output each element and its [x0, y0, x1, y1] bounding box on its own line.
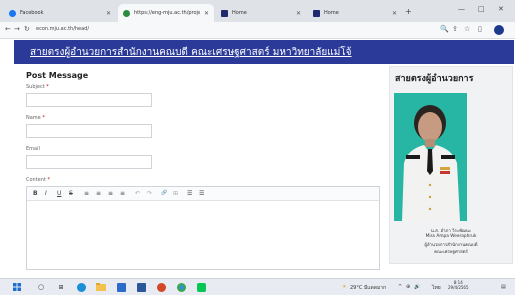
required-mark: *: [46, 84, 49, 90]
align-right-button[interactable]: ≡: [108, 190, 113, 197]
facebook-icon: [9, 9, 16, 17]
caption-name-thai: น.ส. อำภา วีระพัฒนะ: [430, 229, 472, 234]
caption-faculty: คณะเศรษฐศาสตร์: [434, 250, 468, 255]
taskbar-clock[interactable]: 8:14 29/4/2565: [448, 280, 469, 290]
tab-label: Home: [232, 10, 247, 16]
window-close-icon[interactable]: ✕: [498, 5, 504, 13]
caption-position: ผู้อำนวยการสำนักงานคณบดี: [424, 243, 478, 248]
tab-home-1[interactable]: Home ✕: [216, 4, 306, 22]
weather-icon[interactable]: ☀: [342, 284, 346, 290]
panel-title: สายตรงผู้อำนวยการ: [395, 74, 474, 84]
site-banner: สายตรงผู้อำนวยการสำนักงานคณบดี คณะเศรษฐศ…: [14, 40, 514, 64]
profile-avatar[interactable]: [494, 25, 504, 35]
close-icon[interactable]: ✕: [296, 10, 301, 17]
subject-label: Subject *: [26, 84, 49, 90]
name-label-text: Name: [26, 115, 41, 121]
url-input[interactable]: econ.mju.ac.th/head/: [36, 26, 89, 32]
edge-icon[interactable]: [76, 282, 86, 292]
chrome-icon[interactable]: [176, 282, 186, 292]
new-tab-icon[interactable]: +: [405, 7, 412, 16]
sidebar-icon[interactable]: ▯: [478, 25, 482, 33]
search-icon[interactable]: ○: [36, 282, 46, 292]
notification-icon[interactable]: ▤: [501, 284, 506, 290]
tab-label: Facebook: [20, 10, 44, 16]
powerpoint-icon[interactable]: [156, 282, 166, 292]
close-icon[interactable]: ✕: [204, 10, 209, 17]
tab-label: https://eng-mju.ac.th/projects/...: [134, 10, 200, 16]
underline-button[interactable]: U: [57, 190, 61, 197]
network-icon[interactable]: ⊕: [406, 284, 410, 290]
tab-eng-mju[interactable]: https://eng-mju.ac.th/projects/... ✕: [118, 4, 214, 22]
share-icon[interactable]: ⇪: [452, 25, 458, 33]
editor-toolbar: B I U S ≡ ≡ ≡ ≡ ↶ ↷ 🔗 ⊞ ☰ ☰: [27, 187, 379, 201]
justify-button[interactable]: ≡: [120, 190, 125, 197]
table-button[interactable]: ⊞: [173, 190, 178, 197]
address-bar: ← → ↻ econ.mju.ac.th/head/ 🔍 ⇪ ☆ ▯: [0, 22, 515, 39]
browser-tab-strip: Facebook ✕ https://eng-mju.ac.th/project…: [0, 0, 515, 22]
taskbar: ○ ⊞ ☀ 29°C มีแดดมาก ^ ⊕ 🔊 ไทย ▤: [0, 278, 515, 295]
bold-button[interactable]: B: [33, 190, 38, 197]
align-center-button[interactable]: ≡: [96, 190, 101, 197]
italic-button[interactable]: I: [45, 190, 47, 197]
back-icon[interactable]: ←: [5, 25, 11, 33]
bullet-list-button[interactable]: ☰: [187, 190, 192, 197]
name-label: Name *: [26, 115, 45, 121]
file-explorer-icon[interactable]: [96, 282, 106, 292]
form-title: Post Message: [26, 71, 89, 80]
content-editor: B I U S ≡ ≡ ≡ ≡ ↶ ↷ 🔗 ⊞ ☰ ☰: [26, 186, 380, 270]
close-icon[interactable]: ✕: [106, 10, 111, 17]
tab-home-2[interactable]: Home ✕: [308, 4, 402, 22]
banner-title[interactable]: สายตรงผู้อำนวยการสำนักงานคณบดี คณะเศรษฐศ…: [30, 45, 352, 60]
portrait-image: [394, 93, 467, 221]
required-mark: *: [42, 115, 45, 121]
undo-button[interactable]: ↶: [135, 190, 140, 197]
subject-field[interactable]: [26, 93, 152, 107]
speaker-icon[interactable]: 🔊: [414, 284, 420, 290]
link-button[interactable]: 🔗: [161, 190, 167, 196]
tab-facebook[interactable]: Facebook ✕: [4, 4, 116, 22]
email-label: Email: [26, 146, 40, 152]
redo-button[interactable]: ↷: [147, 190, 152, 197]
zoom-icon[interactable]: 🔍: [440, 25, 449, 33]
content-label-text: Content: [26, 177, 46, 183]
minimize-icon[interactable]: —: [458, 5, 465, 13]
reload-icon[interactable]: ↻: [24, 25, 30, 33]
tray-arrow-icon[interactable]: ^: [398, 284, 402, 290]
globe-icon: [123, 9, 130, 17]
app-icon: [221, 9, 228, 17]
email-field[interactable]: [26, 155, 152, 169]
forward-icon[interactable]: →: [14, 25, 20, 33]
numbered-list-button[interactable]: ☰: [199, 190, 204, 197]
weather-text[interactable]: 29°C มีแดดมาก: [350, 284, 386, 292]
task-view-icon[interactable]: ⊞: [56, 282, 66, 292]
word-icon[interactable]: [136, 282, 146, 292]
strike-button[interactable]: S: [69, 190, 73, 197]
director-photo: [394, 93, 467, 221]
required-mark: *: [47, 177, 50, 183]
keyboard-language[interactable]: ไทย: [432, 284, 441, 292]
store-icon[interactable]: [116, 282, 126, 292]
align-left-button[interactable]: ≡: [84, 190, 89, 197]
windows-start-icon[interactable]: [12, 282, 22, 292]
email-label-text: Email: [26, 146, 40, 152]
app-icon: [313, 9, 320, 17]
line-app-icon[interactable]: [196, 282, 206, 292]
content-label: Content *: [26, 177, 50, 183]
clock-date: 29/4/2565: [448, 285, 469, 290]
close-icon[interactable]: ✕: [392, 10, 397, 17]
caption-name-english: Miss Ampa Weeraphruk: [425, 234, 477, 239]
star-icon[interactable]: ☆: [464, 25, 470, 33]
tab-label: Home: [324, 10, 339, 16]
name-field[interactable]: [26, 124, 152, 138]
maximize-icon[interactable]: □: [478, 5, 485, 13]
subject-label-text: Subject: [26, 84, 45, 90]
